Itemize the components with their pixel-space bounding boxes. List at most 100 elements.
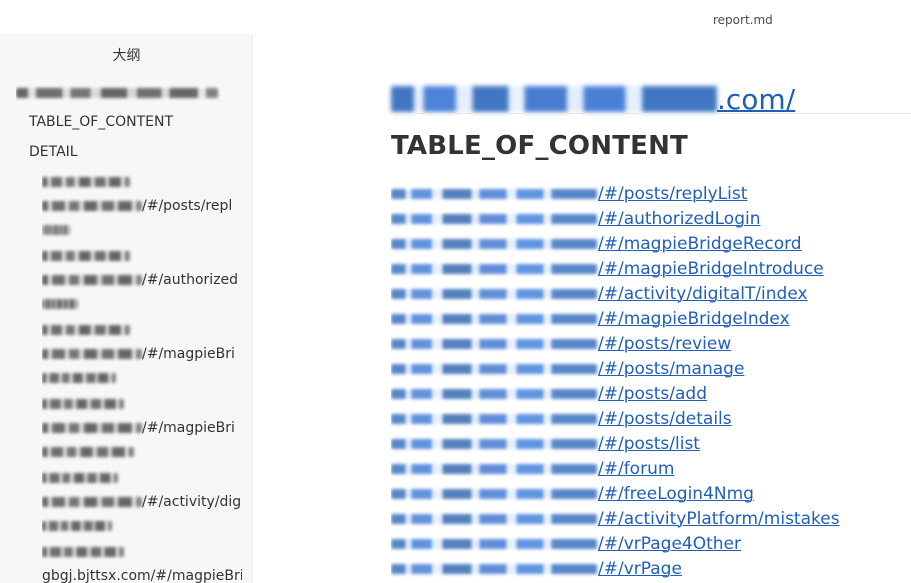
outline-item-detail-2[interactable]: /#/authorized [42, 244, 242, 316]
blurred-link-host [391, 413, 597, 424]
outline-title: 大纲 [112, 48, 141, 64]
outline-item-detail-4[interactable]: /#/magpieBri [42, 392, 242, 464]
outline-line: /#/posts/repl [42, 194, 242, 218]
toc-link-item[interactable]: /#/vrPage [391, 556, 891, 581]
toc-link-item[interactable]: /#/posts/details [391, 406, 891, 431]
outline-line [42, 540, 242, 564]
blurred-domain-text [16, 88, 218, 98]
toc-link-item[interactable]: /#/freeLogin4Nmg [391, 481, 891, 506]
outline-line: /#/authorized [42, 268, 242, 292]
toc-link-path: /#/posts/review [598, 333, 732, 354]
blurred-text [42, 497, 142, 507]
outline-item-label: gbgj.bjttsx.com/#/magpieBri [42, 568, 242, 583]
blurred-link-host [391, 263, 597, 274]
outline-line [42, 292, 242, 316]
toc-link-path: /#/posts/details [598, 408, 732, 429]
blurred-text [42, 201, 142, 211]
blurred-link-host [391, 213, 597, 224]
toc-link-item[interactable]: /#/authorizedLogin [391, 206, 891, 231]
blurred-text [42, 473, 118, 483]
outline-line: /#/magpieBri [42, 416, 242, 440]
toc-link-item[interactable]: /#/vrPage4Other [391, 531, 891, 556]
outline-item-label: /#/magpieBri [142, 420, 235, 436]
blurred-link-host [391, 388, 597, 399]
toc-link-path: /#/posts/add [598, 383, 707, 404]
title-link-suffix: .com/ [717, 82, 796, 116]
outline-line [42, 318, 242, 342]
blurred-text [42, 251, 130, 261]
outline-line: /#/magpieBri [42, 342, 242, 366]
heading-divider [391, 113, 911, 114]
outline-line [42, 514, 242, 538]
blurred-text [42, 547, 124, 557]
blurred-text [42, 299, 78, 309]
outline-item-root[interactable] [16, 84, 246, 102]
toc-link-item[interactable]: /#/activityPlatform/mistakes [391, 506, 891, 531]
outline-item-label: /#/activity/dig [142, 494, 242, 510]
outline-item-detail-1[interactable]: /#/posts/repl [42, 170, 242, 242]
toc-link-item[interactable]: /#/activity/digitalT/index [391, 281, 891, 306]
toc-link-path: /#/vrPage4Other [598, 533, 741, 554]
window-title: report.md [713, 13, 773, 27]
document-content: .com/ TABLE_OF_CONTENT /#/posts/replyLis… [253, 34, 911, 583]
toc-link-item[interactable]: /#/posts/replyList [391, 181, 891, 206]
toc-link-list: /#/posts/replyList /#/authorizedLogin /#… [391, 181, 891, 581]
blurred-link-host [391, 338, 597, 349]
blurred-text [42, 399, 124, 409]
toc-link-path: /#/vrPage [598, 558, 682, 579]
blurred-link-host [391, 313, 597, 324]
blurred-link-host [391, 563, 597, 574]
blurred-link-host [391, 488, 597, 499]
blurred-link-host [391, 238, 597, 249]
outline-item-detail[interactable]: DETAIL [29, 144, 78, 160]
blurred-text [42, 447, 134, 457]
toc-link-path: /#/magpieBridgeRecord [598, 233, 802, 254]
outline-line [42, 392, 242, 416]
toc-link-path: /#/magpieBridgeIndex [598, 308, 790, 329]
toc-link-item[interactable]: /#/magpieBridgeRecord [391, 231, 891, 256]
toc-link-item[interactable]: /#/magpieBridgeIndex [391, 306, 891, 331]
blurred-link-host [391, 438, 597, 449]
markdown-editor-window: report.md 大纲 TABLE_OF_CONTENT DETAIL /#/… [0, 0, 911, 583]
document-title-link[interactable]: .com/ [391, 81, 795, 117]
toc-link-item[interactable]: /#/posts/add [391, 381, 891, 406]
blurred-text [42, 349, 142, 359]
toc-link-path: /#/activity/digitalT/index [598, 283, 808, 304]
outline-item-detail-3[interactable]: /#/magpieBri [42, 318, 242, 390]
toc-link-path: /#/magpieBridgeIntroduce [598, 258, 824, 279]
blurred-link-host [391, 513, 597, 524]
blurred-link-host [391, 463, 597, 474]
blurred-text [42, 275, 142, 285]
outline-item-detail-6[interactable]: gbgj.bjttsx.com/#/magpieBri [42, 540, 242, 583]
outline-line [42, 170, 242, 194]
toc-link-item[interactable]: /#/forum [391, 456, 891, 481]
outline-sidebar: 大纲 TABLE_OF_CONTENT DETAIL /#/posts/repl… [0, 34, 253, 583]
toc-link-item[interactable]: /#/posts/list [391, 431, 891, 456]
toc-link-item[interactable]: /#/posts/review [391, 331, 891, 356]
outline-line [42, 244, 242, 268]
outline-line [42, 218, 242, 242]
toc-link-path: /#/freeLogin4Nmg [598, 483, 754, 504]
toc-link-path: /#/posts/list [598, 433, 700, 454]
outline-line [42, 466, 242, 490]
outline-item-label: /#/magpieBri [142, 346, 235, 362]
table-of-content-heading: TABLE_OF_CONTENT [391, 131, 688, 161]
toc-link-item[interactable]: /#/posts/manage [391, 356, 891, 381]
outline-line [42, 440, 242, 464]
toc-link-item[interactable]: /#/magpieBridgeIntroduce [391, 256, 891, 281]
outline-line: /#/activity/dig [42, 490, 242, 514]
toc-link-path: /#/posts/manage [598, 358, 745, 379]
outline-line: gbgj.bjttsx.com/#/magpieBri [42, 564, 242, 583]
outline-item-detail-5[interactable]: /#/activity/dig [42, 466, 242, 538]
blurred-link-host [391, 288, 597, 299]
toc-link-path: /#/activityPlatform/mistakes [598, 508, 840, 529]
window-titlebar: report.md [0, 0, 911, 34]
blurred-text [42, 373, 116, 383]
outline-item-label: /#/authorized [142, 272, 239, 288]
blurred-text [42, 225, 70, 235]
toc-link-path: /#/posts/replyList [598, 183, 748, 204]
blurred-text [42, 521, 112, 531]
outline-line [42, 366, 242, 390]
blurred-link-host [391, 363, 597, 374]
outline-item-table-of-content[interactable]: TABLE_OF_CONTENT [29, 114, 173, 130]
